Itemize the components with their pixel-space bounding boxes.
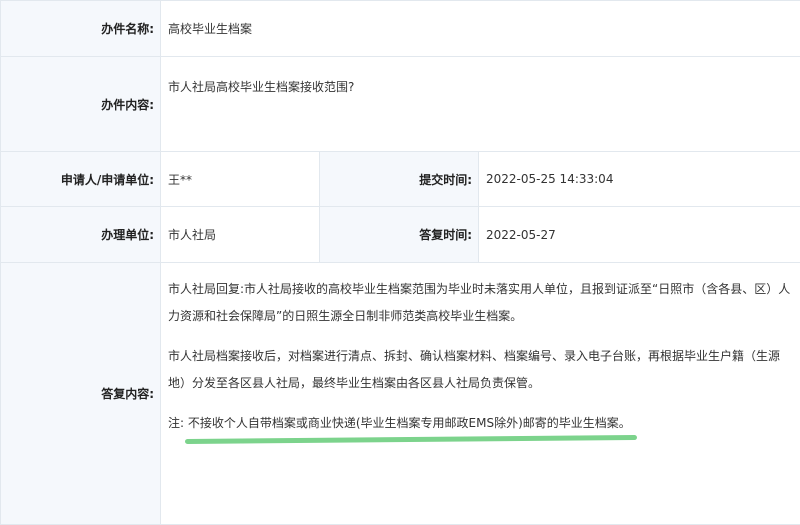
reply-time-value: 2022-05-27 <box>479 207 800 263</box>
handling-unit-label: 办理单位: <box>1 207 161 263</box>
reply-content-label: 答复内容: <box>1 263 161 525</box>
highlight-underline <box>185 435 637 444</box>
case-content-value: 市人社局高校毕业生档案接收范围? <box>161 57 800 152</box>
reply-paragraph-2: 市人社局档案接收后，对档案进行清点、拆封、确认档案材料、档案编号、录入电子台账，… <box>168 343 793 397</box>
reply-time-label: 答复时间: <box>320 207 479 263</box>
row-handling: 办理单位: 市人社局 答复时间: 2022-05-27 <box>1 207 800 263</box>
applicant-value: 王** <box>161 152 320 207</box>
note-prefix: 注: <box>168 416 184 430</box>
row-case-name: 办件名称: 高校毕业生档案 <box>1 1 800 57</box>
applicant-label: 申请人/申请单位: <box>1 152 161 207</box>
row-reply: 答复内容: 市人社局回复:市人社局接收的高校毕业生档案范围为毕业时未落实用人单位… <box>1 263 800 525</box>
case-name-label: 办件名称: <box>1 1 161 57</box>
submit-time-value: 2022-05-25 14:33:04 <box>479 152 800 207</box>
note-text: 不接收个人自带档案或商业快递(毕业生档案专用邮政EMS除外)邮寄的毕业生档案。 <box>188 416 631 430</box>
note-highlighted-line: 不接收个人自带档案或商业快递(毕业生档案专用邮政EMS除外)邮寄的毕业生档案。 <box>188 410 631 437</box>
case-name-value: 高校毕业生档案 <box>161 1 800 57</box>
handling-unit-value: 市人社局 <box>161 207 320 263</box>
case-content-label: 办件内容: <box>1 57 161 152</box>
reply-content-value: 市人社局回复:市人社局接收的高校毕业生档案范围为毕业时未落实用人单位，且报到证派… <box>161 263 800 525</box>
case-detail-table: 办件名称: 高校毕业生档案 办件内容: 市人社局高校毕业生档案接收范围? 申请人… <box>0 0 800 525</box>
row-applicant: 申请人/申请单位: 王** 提交时间: 2022-05-25 14:33:04 <box>1 152 800 207</box>
submit-time-label: 提交时间: <box>320 152 479 207</box>
reply-note: 注: 不接收个人自带档案或商业快递(毕业生档案专用邮政EMS除外)邮寄的毕业生档… <box>168 410 793 437</box>
reply-paragraph-1: 市人社局回复:市人社局接收的高校毕业生档案范围为毕业时未落实用人单位，且报到证派… <box>168 276 793 330</box>
row-case-content: 办件内容: 市人社局高校毕业生档案接收范围? <box>1 57 800 152</box>
